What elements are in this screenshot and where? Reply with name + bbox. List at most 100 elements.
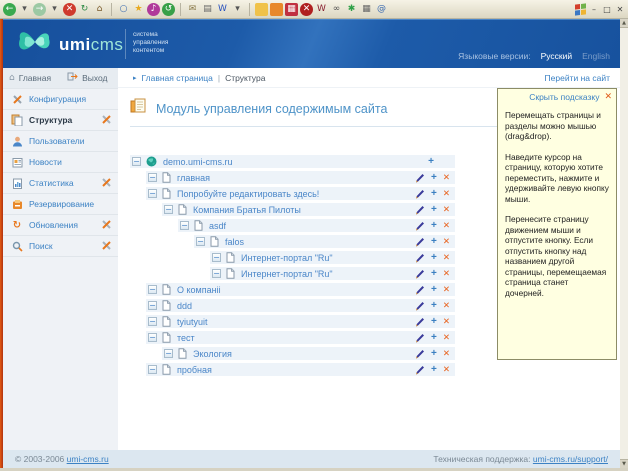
tree-expander[interactable]: − — [148, 333, 157, 342]
delete-icon[interactable]: ✕ — [443, 365, 450, 375]
add-icon[interactable]: + — [431, 301, 437, 311]
sidebar-item-search[interactable]: Поиск — [3, 236, 118, 257]
wrench-icon[interactable] — [101, 177, 112, 190]
edit-icon[interactable] — [415, 269, 425, 279]
tree-expander[interactable]: − — [148, 285, 157, 294]
sidebar-item-label[interactable]: Резервирование — [29, 199, 94, 209]
tree-node-label[interactable]: главная — [177, 173, 210, 183]
hint-close-icon[interactable]: ✕ — [604, 92, 612, 102]
sidebar-item-users[interactable]: Пользователи — [3, 131, 118, 152]
sidebar-item-updates[interactable]: ↻Обновления — [3, 215, 118, 236]
tree-expander[interactable]: − — [148, 301, 157, 310]
edit-icon[interactable] — [415, 221, 425, 231]
edit-icon[interactable] — [415, 285, 425, 295]
sidebar-item-stats[interactable]: Статистика — [3, 173, 118, 194]
delete-icon[interactable]: ✕ — [443, 205, 450, 215]
tree-node-label[interactable]: Интернет-портал "Ru" — [241, 269, 333, 279]
delete-icon[interactable]: ✕ — [443, 333, 450, 343]
tree-node-label[interactable]: demo.umi-cms.ru — [163, 157, 233, 167]
tree-expander[interactable]: − — [148, 173, 157, 182]
sidebar-item-backup[interactable]: Резервирование — [3, 194, 118, 215]
tree-expander[interactable]: − — [212, 269, 221, 278]
app-notes-icon[interactable] — [255, 3, 268, 16]
delete-icon[interactable]: ✕ — [443, 269, 450, 279]
hide-hint-link[interactable]: Скрыть подсказку — [529, 92, 599, 102]
tree-expander[interactable]: − — [196, 237, 205, 246]
delete-icon[interactable]: ✕ — [443, 189, 450, 199]
tree-node-label[interactable]: Компания Братья Пилоты — [193, 205, 301, 215]
breadcrumb-home-link[interactable]: Главная страница — [142, 73, 213, 83]
sidebar-item-config[interactable]: Конфигурация — [3, 89, 118, 110]
favorites-icon[interactable]: ★ — [132, 3, 145, 16]
tree-expander[interactable]: − — [132, 157, 141, 166]
app-orange-icon[interactable] — [270, 3, 283, 16]
sidebar-item-label[interactable]: Новости — [29, 157, 62, 167]
add-icon[interactable]: + — [428, 157, 434, 167]
add-icon[interactable]: + — [431, 317, 437, 327]
sidebar-item-news[interactable]: Новости — [3, 152, 118, 173]
sidebar-item-label[interactable]: Поиск — [29, 241, 53, 251]
tree-expander[interactable]: − — [164, 205, 173, 214]
edit-icon[interactable] — [415, 253, 425, 263]
wrench-icon[interactable] — [101, 219, 112, 232]
delete-icon[interactable]: ✕ — [443, 221, 450, 231]
edit-icon[interactable] — [415, 237, 425, 247]
tree-node-label[interactable]: ddd — [177, 301, 192, 311]
edit-icon[interactable] — [415, 205, 425, 215]
back-menu-icon[interactable]: ▾ — [18, 3, 31, 16]
edit-icon[interactable] — [415, 173, 425, 183]
tree-expander[interactable]: − — [148, 365, 157, 374]
tree-expander[interactable]: − — [180, 221, 189, 230]
app-grid-icon[interactable]: ▦ — [360, 3, 373, 16]
footer-site-link[interactable]: umi-cms.ru — [67, 454, 109, 464]
add-icon[interactable]: + — [431, 285, 437, 295]
add-icon[interactable]: + — [431, 173, 437, 183]
delete-icon[interactable]: ✕ — [443, 285, 450, 295]
sidebar-item-label[interactable]: Структура — [29, 115, 72, 125]
nav-logout-link[interactable]: Выход — [82, 73, 107, 83]
app-flower-icon[interactable]: ✱ — [345, 3, 358, 16]
refresh-icon[interactable]: ↻ — [78, 3, 91, 16]
mail-icon[interactable]: ✉ — [186, 3, 199, 16]
edit-icon[interactable] — [415, 365, 425, 375]
tree-node-label[interactable]: Попробуйте редактировать здесь! — [177, 189, 319, 199]
tree-expander[interactable]: − — [164, 349, 173, 358]
stop-icon[interactable]: ✕ — [63, 3, 76, 16]
scrollbar-up-button[interactable]: ▲ — [620, 19, 628, 28]
add-icon[interactable]: + — [431, 253, 437, 263]
tree-node-label[interactable]: Экология — [193, 349, 232, 359]
delete-icon[interactable]: ✕ — [443, 173, 450, 183]
app-shield-icon[interactable]: ✕ — [300, 3, 313, 16]
tree-expander[interactable]: − — [148, 317, 157, 326]
tree-expander[interactable]: − — [148, 189, 157, 198]
tree-node-label[interactable]: пробная — [177, 365, 212, 375]
edit-icon[interactable] — [415, 317, 425, 327]
sidebar-item-label[interactable]: Конфигурация — [29, 94, 86, 104]
sidebar-item-structure[interactable]: Структура — [3, 110, 118, 131]
search-icon[interactable]: ○ — [117, 3, 130, 16]
print-icon[interactable]: ▤ — [201, 3, 214, 16]
edit-menu-icon[interactable]: ▾ — [231, 3, 244, 16]
wrench-icon[interactable] — [101, 240, 112, 253]
add-icon[interactable]: + — [431, 221, 437, 231]
add-icon[interactable]: + — [431, 349, 437, 359]
language-english[interactable]: English — [582, 51, 610, 61]
tree-node-label[interactable]: О компанii — [177, 285, 221, 295]
edit-icon[interactable] — [415, 189, 425, 199]
sidebar-item-label[interactable]: Пользователи — [29, 136, 84, 146]
add-icon[interactable]: + — [431, 189, 437, 199]
delete-icon[interactable]: ✕ — [443, 237, 450, 247]
add-icon[interactable]: + — [431, 365, 437, 375]
sidebar-item-label[interactable]: Обновления — [29, 220, 78, 230]
edit-icon[interactable] — [415, 349, 425, 359]
tree-node-label[interactable]: Интернет-портал "Ru" — [241, 253, 333, 263]
add-icon[interactable]: + — [431, 269, 437, 279]
media-icon[interactable]: ♪ — [147, 3, 160, 16]
nav-home-link[interactable]: Главная — [19, 73, 51, 83]
add-icon[interactable]: + — [431, 205, 437, 215]
delete-icon[interactable]: ✕ — [443, 317, 450, 327]
back-icon[interactable]: ← — [3, 3, 16, 16]
language-russian[interactable]: Русский — [541, 51, 573, 61]
edit-word-icon[interactable]: W — [216, 3, 229, 16]
delete-icon[interactable]: ✕ — [443, 301, 450, 311]
